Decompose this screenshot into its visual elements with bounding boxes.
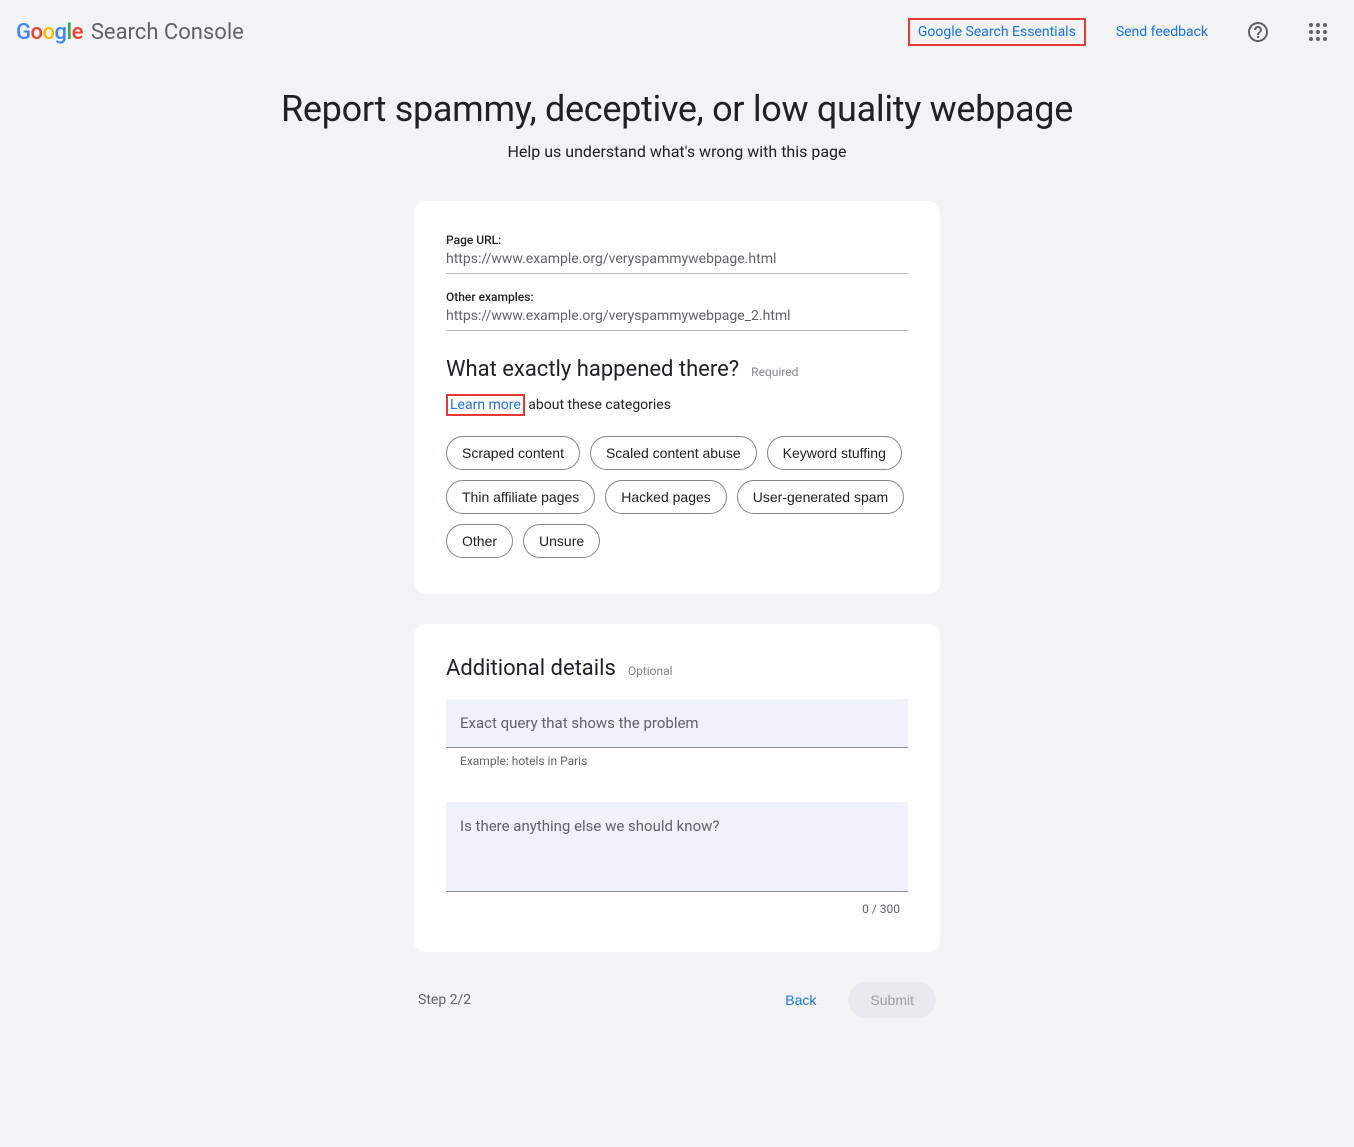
- page-subtitle: Help us understand what's wrong with thi…: [237, 142, 1117, 161]
- exact-query-input[interactable]: [446, 699, 908, 748]
- step-indicator: Step 2/2: [418, 992, 471, 1008]
- footer-buttons: Back Submit: [773, 982, 936, 1018]
- other-examples-label: Other examples:: [446, 290, 908, 304]
- chip-keyword-stuffing[interactable]: Keyword stuffing: [767, 436, 902, 470]
- details-title: Additional details: [446, 656, 616, 681]
- google-logo: Google: [16, 20, 83, 45]
- learn-more-text: about these categories: [525, 397, 671, 413]
- send-feedback-link[interactable]: Send feedback: [1106, 16, 1218, 48]
- header-actions: Google Search Essentials Send feedback: [908, 12, 1338, 52]
- query-hint: Example: hotels in Paris: [446, 754, 908, 768]
- required-tag: Required: [751, 365, 798, 379]
- submit-button[interactable]: Submit: [848, 982, 936, 1018]
- anything-else-wrap: 0 / 300: [446, 802, 908, 916]
- other-examples-value: https://www.example.org/veryspammywebpag…: [446, 308, 908, 331]
- page-title: Report spammy, deceptive, or low quality…: [237, 88, 1117, 130]
- details-header: Additional details Optional: [446, 656, 908, 681]
- learn-more-row: Learn more about these categories: [446, 394, 908, 416]
- chip-user-generated-spam[interactable]: User-generated spam: [737, 480, 904, 514]
- additional-details-card: Additional details Optional Example: hot…: [414, 624, 940, 952]
- char-count: 0 / 300: [446, 902, 908, 916]
- app-header: Google Search Console Google Search Esse…: [0, 0, 1354, 64]
- main-content: Report spammy, deceptive, or low quality…: [237, 64, 1117, 1018]
- search-essentials-link[interactable]: Google Search Essentials: [908, 18, 1086, 46]
- logo: Google Search Console: [16, 20, 244, 45]
- query-field-wrap: Example: hotels in Paris: [446, 699, 908, 768]
- chip-thin-affiliate-pages[interactable]: Thin affiliate pages: [446, 480, 595, 514]
- optional-tag: Optional: [628, 664, 673, 678]
- page-url-field: Page URL: https://www.example.org/verysp…: [446, 233, 908, 274]
- anything-else-textarea[interactable]: [446, 802, 908, 892]
- chip-other[interactable]: Other: [446, 524, 513, 558]
- apps-grid-icon[interactable]: [1298, 12, 1338, 52]
- chip-unsure[interactable]: Unsure: [523, 524, 600, 558]
- step-footer: Step 2/2 Back Submit: [414, 982, 940, 1018]
- report-card: Page URL: https://www.example.org/verysp…: [414, 201, 940, 594]
- page-url-value: https://www.example.org/veryspammywebpag…: [446, 251, 908, 274]
- question-header: What exactly happened there? Required: [446, 357, 908, 382]
- help-icon[interactable]: [1238, 12, 1278, 52]
- product-name: Search Console: [91, 20, 244, 45]
- page-url-label: Page URL:: [446, 233, 908, 247]
- other-examples-field: Other examples: https://www.example.org/…: [446, 290, 908, 331]
- chip-hacked-pages[interactable]: Hacked pages: [605, 480, 727, 514]
- chip-scraped-content[interactable]: Scraped content: [446, 436, 580, 470]
- question-title: What exactly happened there?: [446, 357, 739, 382]
- category-chips: Scraped content Scaled content abuse Key…: [446, 436, 908, 558]
- back-button[interactable]: Back: [773, 984, 828, 1016]
- learn-more-link[interactable]: Learn more: [446, 394, 525, 416]
- chip-scaled-content-abuse[interactable]: Scaled content abuse: [590, 436, 757, 470]
